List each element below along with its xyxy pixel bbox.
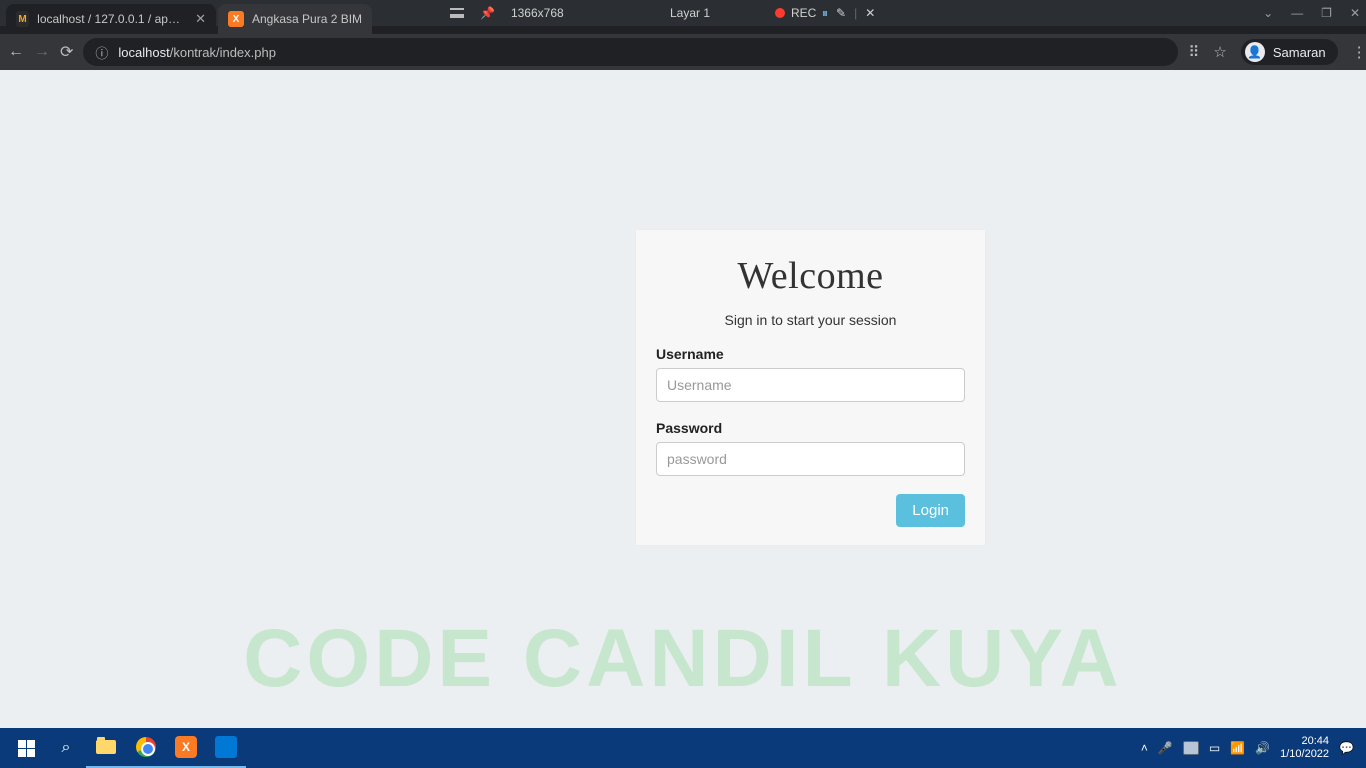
- browser-tabstrip: M localhost / 127.0.0.1 / ap2 | phpM ✕ X…: [0, 0, 374, 34]
- date-label: 1/10/2022: [1280, 748, 1329, 761]
- record-dot-icon: [775, 8, 785, 18]
- forward-button[interactable]: →: [34, 43, 50, 61]
- volume-icon[interactable]: 🔊: [1255, 741, 1270, 755]
- avatar-icon: 👤: [1245, 42, 1265, 62]
- page-viewport: Welcome Sign in to start your session Us…: [0, 70, 1366, 728]
- file-explorer-button[interactable]: [86, 728, 126, 768]
- chrome-button[interactable]: [126, 728, 166, 768]
- username-input[interactable]: [656, 368, 965, 402]
- mic-icon[interactable]: 🎤: [1158, 741, 1173, 755]
- login-button[interactable]: Login: [896, 494, 965, 527]
- back-button[interactable]: ←: [8, 43, 24, 61]
- resolution-label: 1366x768: [511, 6, 564, 20]
- menu-icon[interactable]: [450, 8, 464, 18]
- site-info-icon[interactable]: ⓘ: [95, 43, 108, 62]
- pencil-icon[interactable]: ✎: [836, 6, 846, 20]
- login-subheading: Sign in to start your session: [656, 312, 965, 328]
- time-label: 20:44: [1280, 735, 1329, 748]
- record-indicator[interactable]: REC: [775, 6, 816, 20]
- profile-button[interactable]: 👤 Samaran: [1241, 39, 1338, 65]
- chevron-down-icon[interactable]: ⌄: [1263, 6, 1273, 20]
- tray-chevron-icon[interactable]: ˄: [1141, 741, 1148, 755]
- maximize-button[interactable]: ❐: [1321, 6, 1332, 20]
- start-button[interactable]: [6, 728, 46, 768]
- system-tray: ˄ 🎤 ▭ 📶 🔊 20:44 1/10/2022 💬: [1141, 735, 1360, 761]
- username-label: Username: [656, 346, 965, 362]
- profile-name: Samaran: [1273, 45, 1326, 60]
- xampp-button[interactable]: X: [166, 728, 206, 768]
- vscode-icon: [215, 736, 237, 758]
- tab-title: Angkasa Pura 2 BIM: [252, 12, 362, 26]
- stop-icon[interactable]: ✕: [865, 6, 875, 20]
- minimize-button[interactable]: —: [1291, 6, 1303, 20]
- xampp-favicon-icon: X: [228, 11, 244, 27]
- tab-phpmyadmin[interactable]: M localhost / 127.0.0.1 / ap2 | phpM ✕: [6, 4, 216, 34]
- phpmyadmin-favicon-icon: M: [16, 11, 29, 27]
- search-button[interactable]: ⌕: [46, 728, 86, 768]
- pin-icon[interactable]: 📌: [480, 6, 495, 20]
- xampp-icon: X: [175, 736, 197, 758]
- pause-icon[interactable]: ⏸: [822, 6, 828, 21]
- tab-angkasa[interactable]: X Angkasa Pura 2 BIM: [218, 4, 372, 34]
- bookmark-icon[interactable]: ☆: [1213, 43, 1226, 61]
- windows-logo-icon: [18, 740, 35, 757]
- folder-icon: [96, 740, 116, 754]
- address-bar[interactable]: ⓘ localhost/kontrak/index.php: [83, 38, 1178, 66]
- password-input[interactable]: [656, 442, 965, 476]
- url-path: /kontrak/index.php: [170, 45, 276, 60]
- login-heading: Welcome: [656, 254, 965, 298]
- battery-icon[interactable]: ▭: [1209, 741, 1220, 755]
- record-label: REC: [791, 6, 816, 20]
- translate-icon[interactable]: ⠿: [1188, 43, 1199, 61]
- reload-button[interactable]: ⟳: [60, 42, 73, 62]
- tab-close-icon[interactable]: ✕: [195, 11, 206, 27]
- url-host: localhost: [118, 45, 169, 60]
- browser-toolbar: ← → ⟳ ⓘ localhost/kontrak/index.php ⠿ ☆ …: [0, 34, 1366, 70]
- tray-app-icon[interactable]: [1183, 741, 1199, 755]
- notifications-icon[interactable]: 💬: [1339, 741, 1354, 755]
- watermark-text: CODE CANDIL KUYA: [0, 612, 1366, 706]
- kebab-menu-icon[interactable]: ⋮: [1352, 43, 1366, 61]
- tab-title: localhost / 127.0.0.1 / ap2 | phpM: [37, 12, 183, 26]
- password-label: Password: [656, 420, 965, 436]
- login-card: Welcome Sign in to start your session Us…: [636, 230, 985, 545]
- divider: |: [854, 6, 857, 20]
- windows-taskbar: ⌕ X ˄ 🎤 ▭ 📶 🔊 20:44 1/10/2022 💬: [0, 728, 1366, 768]
- close-button[interactable]: ✕: [1350, 6, 1360, 20]
- clock[interactable]: 20:44 1/10/2022: [1280, 735, 1329, 761]
- wifi-icon[interactable]: 📶: [1230, 741, 1245, 755]
- chrome-icon: [136, 737, 156, 757]
- screen-label[interactable]: Layar 1: [670, 6, 710, 20]
- vscode-button[interactable]: [206, 728, 246, 768]
